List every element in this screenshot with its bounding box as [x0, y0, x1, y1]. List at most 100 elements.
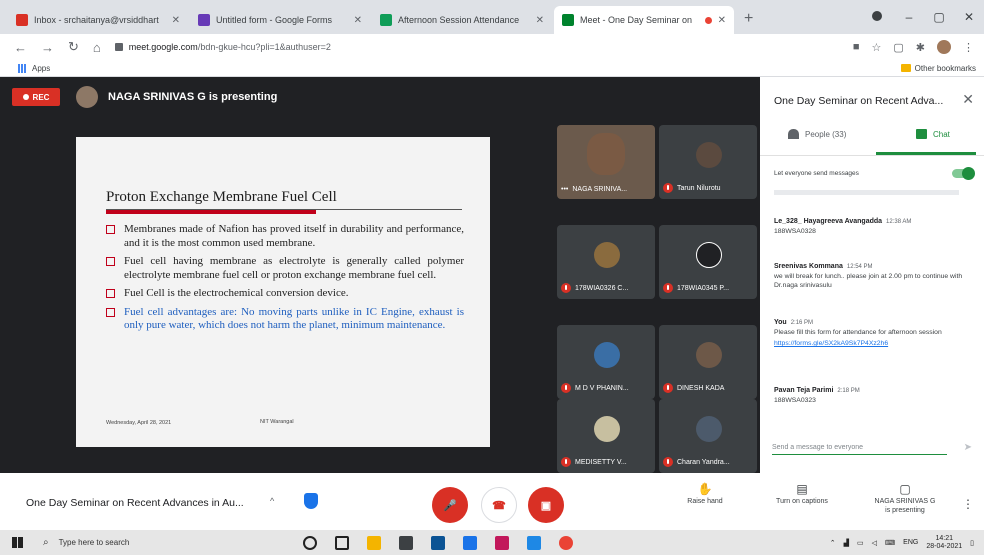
slide-bullet: Membranes made of Nafion has proved itse…: [106, 223, 464, 250]
chevron-up-icon[interactable]: ⌃: [830, 539, 836, 547]
more-options-icon[interactable]: •••: [561, 186, 568, 193]
tab-google-forms[interactable]: Untitled form - Google Forms ✕: [190, 6, 370, 34]
tab-title: Inbox - srchaitanya@vrsiddhart: [34, 15, 159, 25]
tab-people[interactable]: People (33): [788, 129, 846, 139]
vscode-icon[interactable]: [463, 535, 477, 550]
leave-call-button[interactable]: ☎: [481, 487, 517, 523]
presenting-banner: NAGA SRINIVAS G is presenting: [108, 91, 278, 103]
tab-gmail[interactable]: Inbox - srchaitanya@vrsiddhart ✕: [8, 6, 188, 34]
chrome-icon[interactable]: [559, 535, 573, 550]
slide-footer-institute: NIT Warangal: [260, 419, 294, 425]
muted-mic-icon: [663, 283, 673, 293]
chat-input[interactable]: Send a message to everyone: [772, 444, 947, 455]
new-tab-button[interactable]: +: [744, 10, 753, 28]
lock-icon[interactable]: [114, 43, 123, 51]
star-icon[interactable]: ☆: [872, 41, 882, 54]
app-icon[interactable]: [527, 535, 541, 550]
everyone-send-toggle[interactable]: [952, 167, 975, 180]
close-window-button[interactable]: ✕: [954, 10, 984, 24]
message-sender: You: [774, 319, 787, 326]
bullet-text: Fuel cell advantages are: No moving part…: [124, 305, 464, 332]
bullet-box-icon: [106, 257, 115, 266]
close-tab-icon[interactable]: ✕: [172, 15, 180, 26]
close-tab-icon[interactable]: ✕: [354, 15, 362, 26]
language-indicator[interactable]: ENG: [903, 539, 918, 546]
forward-button[interactable]: →: [41, 40, 54, 55]
panel-title: One Day Seminar on Recent Adva...: [774, 95, 944, 107]
raise-hand-button[interactable]: ✋ Raise hand: [680, 483, 730, 506]
participant-tile[interactable]: ••• NAGA SRINIVA...: [557, 125, 655, 199]
tab-meet[interactable]: Meet - One Day Seminar on ✕: [554, 6, 734, 34]
address-bar[interactable]: meet.google.com /bdn-gkue-hcu?pli=1&auth…: [114, 37, 841, 57]
record-dot-icon: [22, 94, 29, 100]
muted-mic-icon: [561, 457, 571, 467]
more-options-icon[interactable]: ⋮: [962, 497, 974, 511]
participant-tile[interactable]: DINESH KADA: [659, 325, 757, 399]
close-tab-icon[interactable]: ✕: [718, 15, 726, 26]
presenting-button[interactable]: ▢ NAGA SRINIVAS G is presenting: [860, 483, 950, 515]
explorer-icon[interactable]: [367, 535, 381, 550]
apps-bookmark[interactable]: Apps: [32, 64, 50, 73]
shield-icon[interactable]: [304, 493, 318, 509]
user-avatar[interactable]: [937, 40, 951, 54]
apps-icon[interactable]: [18, 63, 27, 73]
battery-icon[interactable]: ▭: [857, 539, 864, 547]
participant-tile[interactable]: 178WIA0345 P...: [659, 225, 757, 299]
captions-label: Turn on captions: [776, 498, 828, 505]
muted-mic-icon: [663, 183, 673, 193]
other-bookmarks[interactable]: Other bookmarks: [900, 64, 976, 73]
maximize-button[interactable]: ▢: [924, 10, 954, 24]
participant-tile[interactable]: Charan Yandra...: [659, 399, 757, 473]
browser-toolbar: ← → ↻ ⌂ meet.google.com /bdn-gkue-hcu?pl…: [0, 34, 984, 60]
tab-chat[interactable]: Chat: [916, 129, 950, 139]
bullet-box-icon: [106, 225, 115, 234]
notification-icon[interactable]: ▯: [970, 539, 974, 547]
profile-icon[interactable]: [872, 11, 882, 21]
muted-mic-icon: [561, 383, 571, 393]
close-panel-icon[interactable]: ✕: [962, 91, 974, 108]
participant-avatar: [594, 416, 620, 442]
bookmarks-bar: Apps Other bookmarks: [0, 60, 984, 77]
tab-attendance-sheet[interactable]: Afternoon Session Attendance ✕: [372, 6, 552, 34]
windows-taskbar: ⌕ Type here to search ⌃ ▟ ▭ ◁ ⌨ ENG 14:2…: [0, 530, 984, 555]
slide-title: Proton Exchange Membrane Fuel Cell: [106, 189, 337, 205]
window-controls: – ▢ ✕: [894, 0, 984, 34]
participant-tile[interactable]: M D V PHANIN...: [557, 325, 655, 399]
network-icon[interactable]: ▟: [844, 539, 849, 547]
puzzle-icon[interactable]: ✱: [916, 41, 925, 54]
extension-icon[interactable]: ▢: [893, 41, 903, 54]
clock[interactable]: 14:21 28-04-2021: [926, 535, 962, 551]
photos-icon[interactable]: [431, 535, 445, 550]
task-view-icon[interactable]: [335, 535, 349, 550]
chevron-up-icon[interactable]: ^: [270, 496, 274, 506]
matlab-icon[interactable]: [495, 535, 509, 550]
system-tray: ⌃ ▟ ▭ ◁ ⌨ ENG 14:21 28-04-2021 ▯: [822, 535, 984, 551]
participant-tile[interactable]: 178WIA0326 C...: [557, 225, 655, 299]
form-link[interactable]: https://forms.gle/SX2kA9Sk7P4Xz2h6: [774, 339, 970, 348]
participant-tile[interactable]: MEDISETTY V...: [557, 399, 655, 473]
windows-start-icon[interactable]: [12, 537, 23, 548]
close-tab-icon[interactable]: ✕: [536, 15, 544, 26]
send-icon[interactable]: ➤: [964, 442, 972, 453]
captions-button[interactable]: ▤ Turn on captions: [764, 483, 840, 506]
bullet-text: Fuel Cell is the electrochemical convers…: [124, 287, 349, 299]
camera-icon[interactable]: ■: [853, 41, 860, 53]
chat-message: Le_328_ Hayagreeva Avangadda 12:38 AM 188…: [774, 218, 970, 236]
back-button[interactable]: ←: [14, 40, 27, 55]
participant-tile[interactable]: Tarun Nilurotu: [659, 125, 757, 199]
menu-icon[interactable]: ⋮: [963, 41, 974, 54]
taskbar-search[interactable]: ⌕ Type here to search: [43, 533, 263, 552]
meeting-name[interactable]: One Day Seminar on Recent Advances in Au…: [26, 497, 244, 509]
url-host: meet.google.com: [128, 42, 198, 52]
keyboard-icon[interactable]: ⌨: [885, 539, 895, 547]
volume-icon[interactable]: ◁: [872, 539, 877, 547]
mic-off-button[interactable]: 🎤: [432, 487, 468, 523]
home-button[interactable]: ⌂: [93, 40, 101, 55]
cortana-icon[interactable]: [303, 535, 317, 550]
reload-button[interactable]: ↻: [68, 39, 79, 55]
folder-icon: [900, 64, 911, 72]
camera-off-button[interactable]: ▣: [528, 487, 564, 523]
charts-icon[interactable]: [399, 535, 413, 550]
sheets-icon: [380, 14, 392, 26]
minimize-button[interactable]: –: [894, 10, 924, 24]
